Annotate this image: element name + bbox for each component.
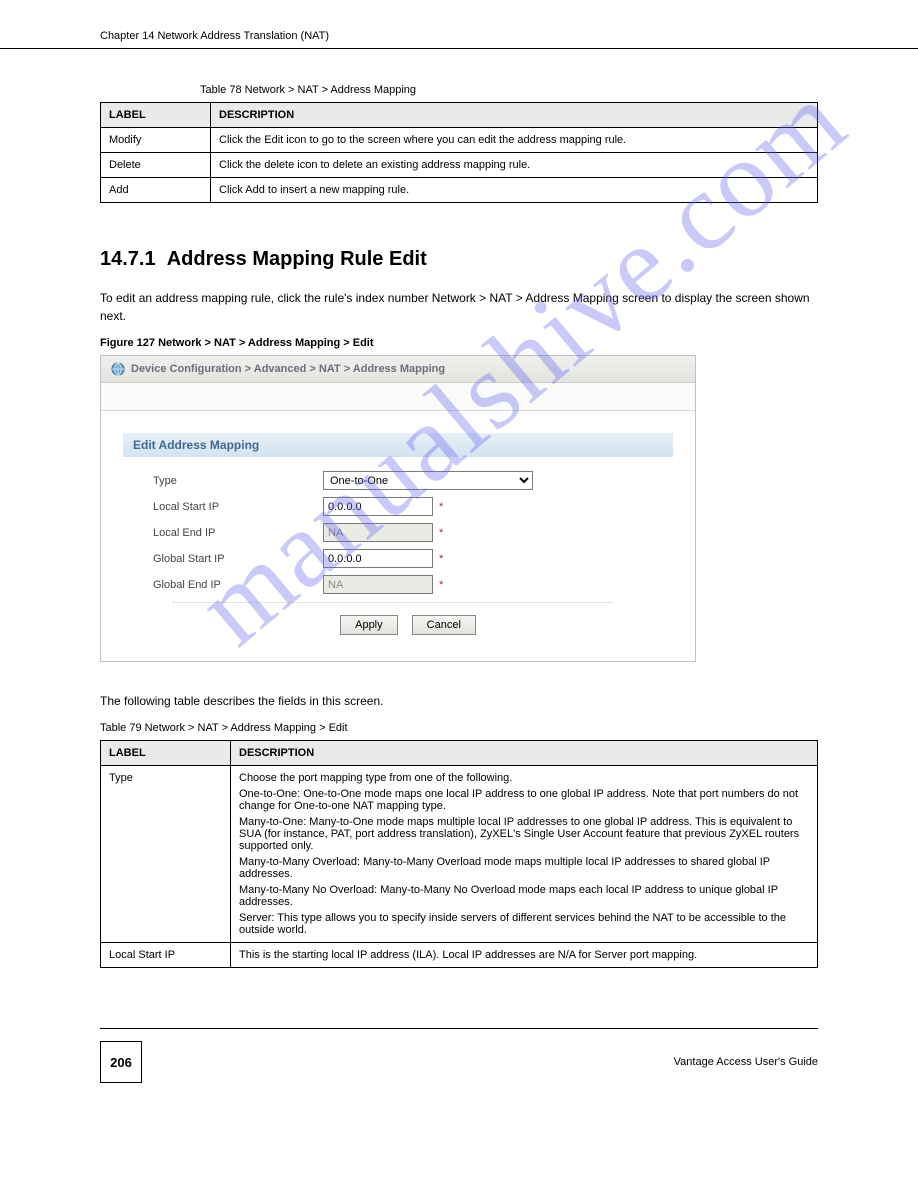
- cell-label: Add: [101, 178, 211, 203]
- row-local-end: Local End IP *: [153, 523, 663, 542]
- table-bottom: LABEL DESCRIPTION Type Choose the port m…: [100, 740, 818, 968]
- figure-label: Figure 127 Network > NAT > Address Mappi…: [100, 337, 818, 349]
- desc-line: Choose the port mapping type from one of…: [239, 772, 809, 784]
- row-local-start: Local Start IP *: [153, 497, 663, 516]
- local-start-input[interactable]: [323, 497, 433, 516]
- table-bottom-caption: Table 79 Network > NAT > Address Mapping…: [100, 722, 818, 734]
- desc-line: Many-to-Many No Overload: Many-to-Many N…: [239, 884, 809, 908]
- page-footer: 206 Vantage Access User's Guide: [0, 1028, 918, 1109]
- cell-label: Local Start IP: [101, 943, 231, 968]
- global-end-input[interactable]: [323, 575, 433, 594]
- global-start-input[interactable]: [323, 549, 433, 568]
- cell-label: Delete: [101, 153, 211, 178]
- table-top-col1: LABEL: [101, 103, 211, 128]
- form-divider: [173, 602, 613, 603]
- cell-desc: This is the starting local IP address (I…: [231, 943, 818, 968]
- footer-guide: Vantage Access User's Guide: [674, 1056, 818, 1068]
- globe-icon: [111, 362, 125, 376]
- table-row: Add Click Add to insert a new mapping ru…: [101, 178, 818, 203]
- screenshot-body: Edit Address Mapping Type One-to-One Loc…: [101, 411, 695, 661]
- section-number: 14.7.1: [100, 248, 156, 270]
- page-header: Chapter 14 Network Address Translation (…: [0, 0, 918, 49]
- content-area: Table 78 Network > NAT > Address Mapping…: [0, 84, 918, 968]
- type-select[interactable]: One-to-One: [323, 471, 533, 490]
- table-bottom-col1: LABEL: [101, 741, 231, 766]
- table-top-col2: DESCRIPTION: [211, 103, 818, 128]
- desc-line: Server: This type allows you to specify …: [239, 912, 809, 936]
- table-row: Type Choose the port mapping type from o…: [101, 766, 818, 943]
- apply-button[interactable]: Apply: [340, 615, 398, 635]
- panel-title: Edit Address Mapping: [123, 433, 673, 457]
- breadcrumb: Device Configuration > Advanced > NAT > …: [101, 356, 695, 383]
- local-start-label: Local Start IP: [153, 501, 323, 513]
- screenshot-frame: Device Configuration > Advanced > NAT > …: [100, 355, 696, 662]
- button-row: Apply Cancel: [153, 613, 663, 647]
- table-row: Local Start IP This is the starting loca…: [101, 943, 818, 968]
- required-asterisk: *: [439, 527, 443, 539]
- section-intro: To edit an address mapping rule, click t…: [100, 289, 818, 325]
- table-row: Delete Click the delete icon to delete a…: [101, 153, 818, 178]
- local-end-input[interactable]: [323, 523, 433, 542]
- desc-line: Many-to-Many Overload: Many-to-Many Over…: [239, 856, 809, 880]
- cancel-button[interactable]: Cancel: [412, 615, 476, 635]
- global-start-label: Global Start IP: [153, 553, 323, 565]
- required-asterisk: *: [439, 553, 443, 565]
- screenshot-midstrip: [101, 383, 695, 411]
- cell-desc: Choose the port mapping type from one of…: [231, 766, 818, 943]
- cell-desc: Click the Edit icon to go to the screen …: [211, 128, 818, 153]
- table-bottom-col2: DESCRIPTION: [231, 741, 818, 766]
- cell-desc: Click Add to insert a new mapping rule.: [211, 178, 818, 203]
- local-end-label: Local End IP: [153, 527, 323, 539]
- row-type: Type One-to-One: [153, 471, 663, 490]
- cell-desc: Click the delete icon to delete an exist…: [211, 153, 818, 178]
- form-area: Type One-to-One Local Start IP * Local E…: [123, 457, 673, 651]
- table-row: Modify Click the Edit icon to go to the …: [101, 128, 818, 153]
- required-asterisk: *: [439, 501, 443, 513]
- table-top: LABEL DESCRIPTION Modify Click the Edit …: [100, 102, 818, 203]
- breadcrumb-text: Device Configuration > Advanced > NAT > …: [131, 363, 445, 375]
- global-end-label: Global End IP: [153, 579, 323, 591]
- row-global-start: Global Start IP *: [153, 549, 663, 568]
- row-global-end: Global End IP *: [153, 575, 663, 594]
- page-number: 206: [100, 1041, 142, 1083]
- required-asterisk: *: [439, 579, 443, 591]
- table-top-caption: Table 78 Network > NAT > Address Mapping: [200, 84, 818, 96]
- table-bottom-lead: The following table describes the fields…: [100, 692, 818, 710]
- desc-line: Many-to-One: Many-to-One mode maps multi…: [239, 816, 809, 852]
- chapter-title: Chapter 14 Network Address Translation (…: [100, 30, 329, 42]
- cell-label: Modify: [101, 128, 211, 153]
- type-label: Type: [153, 475, 323, 487]
- footer-rule: [100, 1028, 818, 1029]
- section-title: Address Mapping Rule Edit: [167, 248, 427, 270]
- cell-label: Type: [101, 766, 231, 943]
- desc-line: One-to-One: One-to-One mode maps one loc…: [239, 788, 809, 812]
- section-heading: 14.7.1 Address Mapping Rule Edit: [100, 248, 818, 271]
